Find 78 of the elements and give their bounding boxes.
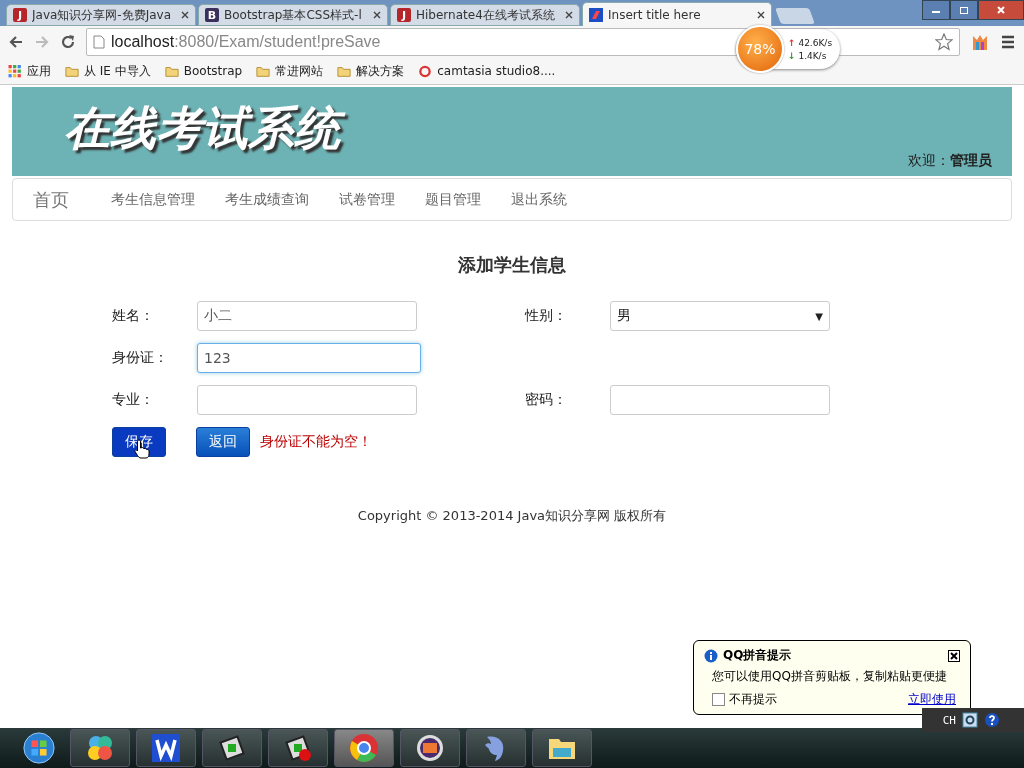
browser-tab[interactable]: J Java知识分享网-免费Java <box>6 4 196 26</box>
close-icon[interactable] <box>181 11 189 19</box>
field-label: 身份证： <box>112 349 169 367</box>
close-icon <box>996 5 1006 15</box>
nav-link[interactable]: 考生信息管理 <box>111 190 195 209</box>
bookmark[interactable]: Bootstrap <box>164 64 243 78</box>
taskbar-app-button[interactable] <box>136 729 196 767</box>
upload-speed: ↑ 42.6K/s <box>788 37 833 48</box>
maximize-button[interactable] <box>950 0 978 20</box>
checkbox-label: 不再提示 <box>729 691 778 708</box>
popup-message: 您可以使用QQ拼音剪贴板，复制粘贴更便捷 <box>712 668 948 685</box>
input-field[interactable]: 123 <box>197 343 421 373</box>
field-label: 专业： <box>112 391 155 409</box>
form-title: 添加学生信息 <box>457 253 567 277</box>
close-icon[interactable] <box>757 10 765 19</box>
copyright-text: Copyright © 2013-2014 Java知识分享网 版权所有 <box>356 507 668 525</box>
site-icon <box>418 64 433 78</box>
page-icon <box>93 35 105 49</box>
taskbar-app-button[interactable] <box>202 729 262 767</box>
app-icon <box>589 7 603 22</box>
apps-icon <box>8 64 22 78</box>
info-icon <box>704 648 718 663</box>
folder-icon <box>256 64 271 78</box>
language-indicator[interactable]: CH <box>942 713 956 727</box>
input-field[interactable] <box>197 385 417 415</box>
menu-icon[interactable] <box>1000 34 1016 50</box>
writer-icon <box>152 734 180 762</box>
field-label: 性别： <box>525 307 568 325</box>
bookmark[interactable]: camtasia studio8.... <box>418 64 556 78</box>
form-button[interactable]: 返回 <box>196 427 250 457</box>
bookmark[interactable]: 应用 <box>8 62 51 80</box>
nav-link[interactable]: 考生成绩查询 <box>225 190 309 209</box>
taskbar-app-button[interactable] <box>400 729 460 767</box>
field-label: 姓名： <box>112 307 155 325</box>
circles-icon <box>85 733 115 763</box>
input-field[interactable]: 小二 <box>197 301 417 331</box>
use-now-link[interactable]: 立即使用 <box>908 691 956 708</box>
popup-title: QQ拼音提示 <box>723 647 793 664</box>
folder-icon <box>164 64 179 78</box>
windows-logo <box>22 731 56 765</box>
favicon: J <box>397 8 411 22</box>
bookmark[interactable]: 常进网站 <box>256 62 324 80</box>
favicon: J <box>13 8 27 22</box>
taskbar-app-button[interactable] <box>334 729 394 767</box>
checkbox[interactable] <box>712 693 725 706</box>
maximize-icon <box>959 5 969 15</box>
browser-tab[interactable]: Insert title here <box>582 2 772 26</box>
taskbar-app-button[interactable] <box>268 729 328 767</box>
browser-tab[interactable]: J Hibernate4在线考试系统 <box>390 4 580 26</box>
bookmark[interactable]: 从 IE 中导入 <box>65 62 151 80</box>
site-title: 在线考试系统 <box>60 99 352 165</box>
welcome-text: 欢迎：管理员 <box>908 152 992 170</box>
error-message: 身份证不能为空！ <box>260 433 372 451</box>
close-icon[interactable] <box>948 649 960 662</box>
bookmark[interactable]: 解决方案 <box>337 62 405 80</box>
reload-icon[interactable] <box>60 34 76 50</box>
input-field[interactable] <box>610 385 830 415</box>
taskbar-app-button[interactable] <box>70 729 130 767</box>
home-link[interactable]: 首页 <box>33 187 69 212</box>
nav-link[interactable]: 退出系统 <box>511 190 567 209</box>
favicon: B <box>205 8 219 22</box>
close-icon[interactable] <box>565 11 573 19</box>
minimize-button[interactable] <box>922 0 950 20</box>
nav-link[interactable]: 试卷管理 <box>339 190 395 209</box>
back-icon[interactable] <box>8 34 24 50</box>
taskbar-app-button[interactable] <box>532 729 592 767</box>
folder-icon <box>337 64 352 78</box>
nav-link[interactable]: 题目管理 <box>425 190 481 209</box>
star-icon[interactable] <box>935 33 953 51</box>
field-label: 密码： <box>525 391 568 409</box>
help-icon[interactable] <box>984 712 1000 728</box>
gender-select[interactable]: 男 ▼ <box>610 301 830 331</box>
ime-icon[interactable] <box>962 712 978 728</box>
browser-icon <box>349 733 379 763</box>
close-button[interactable] <box>978 0 1024 20</box>
folder-icon <box>65 64 79 78</box>
browser-tab[interactable]: B Bootstrap基本CSS样式-l <box>198 4 388 26</box>
close-icon[interactable] <box>373 11 381 19</box>
